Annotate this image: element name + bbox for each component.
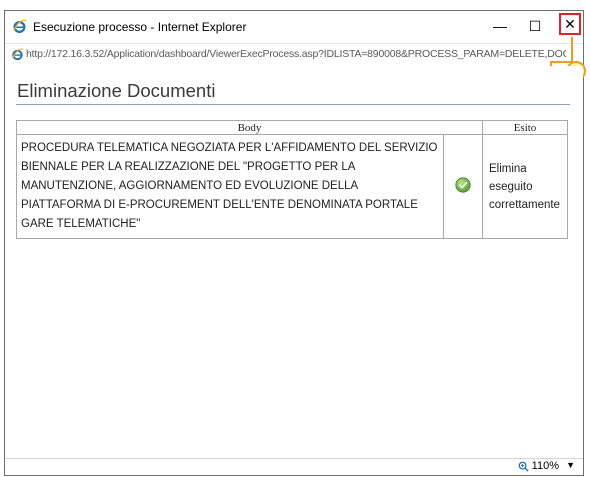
status-bar: 110% ▼ bbox=[5, 458, 583, 475]
url-text[interactable]: http://172.16.3.52/Application/dashboard… bbox=[26, 48, 566, 60]
zoom-control[interactable]: 110% bbox=[518, 460, 559, 472]
browser-window: Esecuzione processo - Internet Explorer … bbox=[4, 10, 586, 476]
callout-connector bbox=[571, 37, 573, 61]
row-status-cell bbox=[443, 134, 483, 239]
page-title: Eliminazione Documenti bbox=[17, 80, 216, 101]
page-content: Eliminazione Documenti Body Esito PROCED… bbox=[5, 66, 583, 462]
title-divider bbox=[16, 104, 570, 105]
column-header-body: Body bbox=[16, 120, 483, 135]
window-title: Esecuzione processo - Internet Explorer bbox=[33, 20, 247, 34]
table-row: PROCEDURA TELEMATICA NEGOZIATA PER L'AFF… bbox=[16, 134, 568, 239]
zoom-icon bbox=[518, 461, 529, 472]
internet-explorer-icon bbox=[13, 19, 27, 33]
title-bar: Esecuzione processo - Internet Explorer … bbox=[5, 11, 583, 43]
zoom-dropdown-icon[interactable]: ▼ bbox=[566, 460, 575, 470]
minimize-button[interactable]: — bbox=[489, 15, 511, 37]
results-table: Body Esito PROCEDURA TELEMATICA NEGOZIAT… bbox=[16, 120, 568, 239]
maximize-button[interactable]: ☐ bbox=[524, 15, 546, 37]
check-icon bbox=[455, 177, 471, 193]
column-header-esito: Esito bbox=[482, 120, 568, 135]
minimize-icon: — bbox=[493, 18, 507, 34]
zoom-level: 110% bbox=[531, 460, 559, 472]
page-icon bbox=[12, 48, 24, 61]
row-body-text: PROCEDURA TELEMATICA NEGOZIATA PER L'AFF… bbox=[16, 134, 444, 239]
maximize-icon: ☐ bbox=[528, 17, 542, 34]
close-button[interactable]: ✕ bbox=[559, 13, 581, 35]
address-bar[interactable]: http://172.16.3.52/Application/dashboard… bbox=[5, 43, 583, 67]
close-icon: ✕ bbox=[564, 15, 576, 32]
row-esito-text: Elimina eseguito correttamente bbox=[482, 134, 568, 239]
